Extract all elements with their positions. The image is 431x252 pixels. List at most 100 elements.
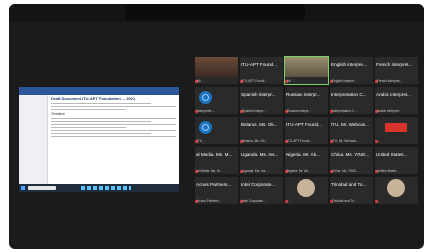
participant-name: English interpre... [331, 62, 367, 67]
document-body: Draft Document ITU-APT Foundation ... 20… [19, 95, 179, 184]
participant-tile[interactable]: Mr. ... [284, 56, 329, 85]
participant-video [297, 179, 315, 197]
participant-tile[interactable]: Intel Corporate... Intel Corporate... [240, 177, 283, 204]
participant-label: ITU ... [197, 139, 206, 143]
participant-tile[interactable]: ... [375, 117, 418, 144]
participant-name: al Media. Ms. M... [196, 152, 233, 157]
participant-tile[interactable]: ITU-APT Found... ITU-APT Found... [240, 57, 283, 84]
participant-label: China. Ms. YING... [332, 169, 359, 173]
participant-name: ITU. Mr. Webcas... [331, 122, 369, 127]
document-line [51, 109, 126, 111]
shared-screen[interactable]: Draft Document ITU-APT Foundation ... 20… [19, 87, 179, 192]
participant-avatar [385, 123, 407, 132]
participant-gallery: Mr. ... ITU-APT Found... ITU-APT Found... M… [195, 56, 421, 206]
participant-name: Spanish interpr... [241, 92, 276, 97]
document-line [51, 133, 151, 135]
participant-tile[interactable]: English interpre... English interpre... [330, 57, 373, 84]
participant-label: Mr. ... [287, 79, 295, 83]
itu-logo-icon [199, 121, 212, 134]
participant-tile[interactable]: ITU-APT Found... ITU-APT Found... [285, 117, 328, 144]
participant-tile[interactable]: Uganda. Ms. Ins... Uganda. Ms. Ins... [240, 147, 283, 174]
participant-label: ITU-APT Found... [242, 79, 267, 83]
participant-name: Belarus. Ms. Ok... [241, 122, 278, 127]
participant-label: ... [287, 199, 290, 203]
participant-tile[interactable]: Russian interpr... Russian interpr... [285, 87, 328, 114]
meeting-topbar [9, 4, 424, 22]
itu-logo-icon [199, 91, 212, 104]
participant-name: Acnus Partners... [196, 182, 232, 187]
meeting-topbar-center [125, 4, 305, 20]
document-heading: Tentative [51, 112, 66, 117]
participant-label: Arabic interpret... [377, 109, 402, 113]
participant-label: English interpre... [332, 79, 357, 83]
participant-label: Trinidad and To... [332, 199, 357, 203]
participant-label: Nigeria. Mr. Ab... [287, 169, 311, 173]
participant-label: Belarus. Ms. Ok... [242, 139, 268, 143]
participant-name: ITU-APT Found... [241, 62, 277, 67]
participant-tile[interactable]: Trinidad and To... Trinidad and To... [330, 177, 373, 204]
participant-tile[interactable]: Belarus. Ms. Ok... Belarus. Ms. Ok... [240, 117, 283, 144]
participant-label: Spanish interpr... [242, 109, 266, 113]
taskbar-app-icons[interactable] [81, 186, 131, 190]
participant-name: Arabic interpret... [376, 92, 411, 97]
participant-label: French interpret... [377, 79, 403, 83]
participant-tile[interactable]: Interpreter ... [195, 87, 238, 114]
document-line [51, 127, 126, 129]
participant-label: al Media. Ms. M... [197, 169, 223, 173]
document-line [51, 124, 176, 126]
document-line [51, 106, 176, 108]
document-title: Draft Document ITU-APT Foundation ... 20… [51, 96, 136, 101]
participant-label: Mr. ... [197, 79, 205, 83]
document-ribbon [19, 87, 179, 95]
participant-label: Intel Corporate... [242, 199, 266, 203]
participant-video [285, 57, 328, 77]
document-line [51, 121, 151, 123]
document-line [51, 130, 176, 132]
participant-tile[interactable]: Mr. ... [195, 57, 238, 84]
participant-label: ITU. Mr. Webcas... [332, 139, 359, 143]
participant-label: Uganda. Ms. Ins... [242, 169, 268, 173]
participant-tile[interactable]: ITU ... [195, 117, 238, 144]
participant-name: Uganda. Ms. Ins... [241, 152, 279, 157]
participant-name: Interpretation C... [331, 92, 367, 97]
document-page: Draft Document ITU-APT Foundation ... 20… [51, 96, 176, 182]
participant-label: ... [377, 199, 380, 203]
participant-name: Nigeria. Mr. Ab... [286, 152, 320, 157]
participant-label: Interpretation C... [332, 109, 357, 113]
participant-label: ITU-APT Found... [287, 139, 312, 143]
participant-label: Interpreter ... [197, 109, 216, 113]
participant-name: French interpret... [376, 62, 413, 67]
video-meeting-window: Draft Document ITU-APT Foundation ... 20… [9, 4, 424, 249]
participant-label: ... [377, 139, 380, 143]
participant-video [387, 179, 405, 197]
screen-frame: Draft Document ITU-APT Foundation ... 20… [0, 0, 431, 252]
taskbar-search[interactable] [28, 186, 56, 190]
start-icon[interactable] [21, 186, 25, 190]
participant-video [195, 57, 238, 77]
participant-tile[interactable]: Spanish interpr... Spanish interpr... [240, 87, 283, 114]
participant-tile[interactable]: French interpret... French interpret... [375, 57, 418, 84]
participant-tile[interactable]: China. Ms. YING... China. Ms. YING... [330, 147, 373, 174]
participant-label: Acnus Partners... [197, 199, 222, 203]
participant-tile[interactable]: ... [285, 177, 328, 204]
participant-tile[interactable]: Interpretation C... Interpretation C... [330, 87, 373, 114]
windows-taskbar [19, 184, 179, 192]
participant-tile[interactable]: al Media. Ms. M... al Media. Ms. M... [195, 147, 238, 174]
participant-name: Intel Corporate... [241, 182, 276, 187]
participant-name: Trinidad and To... [331, 182, 367, 187]
participant-name: ITU-APT Found... [286, 122, 322, 127]
participant-tile[interactable]: ITU. Mr. Webcas... ITU. Mr. Webcas... [330, 117, 373, 144]
participant-label: United States... [377, 169, 399, 173]
participant-name: Russian interpr... [286, 92, 321, 97]
document-line [51, 103, 151, 105]
participant-tile[interactable]: Nigeria. Mr. Ab... Nigeria. Mr. Ab... [285, 147, 328, 174]
participant-tile[interactable]: Arabic interpret... Arabic interpret... [375, 87, 418, 114]
participant-tile[interactable]: ... [375, 177, 418, 204]
document-navigation-pane[interactable] [19, 95, 48, 184]
participant-name: China. Ms. YING... [331, 152, 370, 157]
participant-tile[interactable]: United States... United States... [375, 147, 418, 174]
participant-name: United States... [376, 152, 408, 157]
participant-tile[interactable]: Acnus Partners... Acnus Partners... [195, 177, 238, 204]
document-line [51, 136, 176, 138]
participant-label: Russian interpr... [287, 109, 311, 113]
